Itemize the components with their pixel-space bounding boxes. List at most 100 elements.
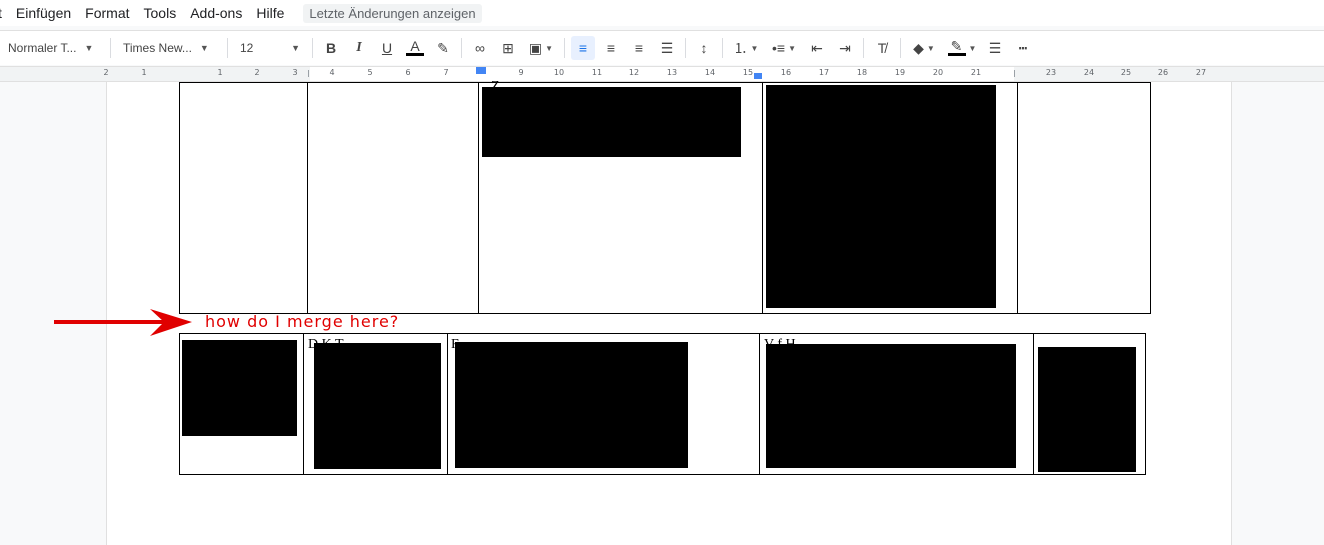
toolbar-divider (227, 38, 228, 58)
ruler-label: 1 (217, 68, 223, 77)
link-button[interactable]: ∞ (468, 36, 492, 60)
ruler-label: 25 (1120, 68, 1132, 77)
table-cell[interactable] (307, 82, 479, 314)
table-cell[interactable] (762, 82, 1018, 314)
redaction-block (766, 344, 1016, 468)
ruler-label: 27 (1195, 68, 1207, 77)
ruler-label: 2 (254, 68, 260, 77)
chevron-down-icon: ▼ (199, 43, 209, 53)
text-color-icon: A (406, 39, 424, 56)
align-left-button[interactable]: ≡ (571, 36, 595, 60)
last-changes-link[interactable]: Letzte Änderungen anzeigen (303, 3, 482, 23)
table-lower: D K T F V f H (179, 333, 1146, 475)
toolbar: Normaler T... ▼ Times New... ▼ 12 ▼ B I … (0, 30, 1324, 65)
menu-format[interactable]: Format (78, 5, 136, 21)
add-comment-icon: ⊞ (502, 39, 514, 56)
line-spacing-icon: ↕ (700, 40, 708, 56)
justify-button[interactable]: ☰ (655, 36, 679, 60)
ruler-boundary (1014, 70, 1015, 77)
toolbar-divider (564, 38, 565, 58)
table-cell[interactable] (1017, 82, 1151, 314)
border-color-button[interactable]: ✎ ▼ (945, 36, 979, 60)
increase-indent-button[interactable]: ⇥ (833, 36, 857, 60)
toolbar-divider (900, 38, 901, 58)
table-row: Z (179, 79, 1151, 314)
menu-insert[interactable]: Einfügen (9, 5, 78, 21)
ruler-label: 3 (292, 68, 298, 77)
link-icon: ∞ (475, 40, 485, 56)
text-color-button[interactable]: A (403, 36, 427, 60)
underline-button[interactable]: U (375, 36, 399, 60)
italic-button[interactable]: I (347, 36, 371, 60)
insert-image-button[interactable]: ▣ ▼ (524, 36, 558, 60)
border-dash-icon: ┅ (1018, 39, 1028, 56)
align-right-button[interactable]: ≡ (627, 36, 651, 60)
border-width-button[interactable]: ☰ (983, 36, 1007, 60)
ruler-label: 14 (704, 68, 716, 77)
ruler-label: 5 (367, 68, 373, 77)
ruler-label: 17 (818, 68, 830, 77)
clear-formatting-button[interactable]: T̸ (870, 36, 894, 60)
numbered-list-button[interactable]: ⒈ ▼ (729, 36, 763, 60)
redaction-block (455, 342, 688, 468)
table-cell[interactable]: Z (478, 79, 763, 314)
redaction-block (314, 343, 441, 469)
paragraph-style-select[interactable]: Normaler T... ▼ (0, 31, 106, 65)
table-cell[interactable]: F (447, 333, 760, 475)
table-cell[interactable] (179, 333, 304, 475)
ruler-label: 12 (628, 68, 640, 77)
right-indent-marker[interactable] (754, 73, 762, 79)
border-color-icon: ✎ (947, 39, 966, 56)
table-cell[interactable]: V f H (759, 333, 1034, 475)
table-cell[interactable] (1033, 333, 1146, 475)
align-left-icon: ≡ (578, 40, 588, 56)
ruler-label: 24 (1083, 68, 1095, 77)
table-upper: Z (179, 79, 1151, 314)
toolbar-divider (722, 38, 723, 58)
insert-image-icon: ▣ (528, 39, 543, 56)
ruler-label: 23 (1045, 68, 1057, 77)
decrease-indent-button[interactable]: ⇤ (805, 36, 829, 60)
ruler-label: 10 (553, 68, 565, 77)
fill-color-button[interactable]: ◆ ▼ (907, 36, 941, 60)
font-select[interactable]: Times New... ▼ (115, 31, 223, 65)
ruler-left-margin (0, 67, 310, 81)
ruler-label: 19 (894, 68, 906, 77)
arrow-icon (54, 309, 192, 336)
ruler-label: 1 (141, 68, 147, 77)
menu-help[interactable]: Hilfe (249, 5, 291, 21)
chevron-down-icon: ▼ (291, 43, 300, 53)
ruler-label: 2 (103, 68, 109, 77)
chevron-down-icon: ▼ (750, 43, 759, 53)
highlight-button[interactable]: ✎ (431, 36, 455, 60)
font-value: Times New... (123, 41, 192, 55)
border-dash-button[interactable]: ┅ (1011, 36, 1035, 60)
menu-tools[interactable]: Tools (137, 5, 184, 21)
chevron-down-icon: ▼ (968, 43, 977, 53)
annotation-text: how do I merge here? (205, 312, 400, 331)
align-center-button[interactable]: ≡ (599, 36, 623, 60)
border-width-icon: ☰ (988, 39, 1002, 56)
table-cell[interactable]: D K T (303, 333, 448, 475)
align-right-icon: ≡ (634, 40, 644, 56)
bold-button[interactable]: B (319, 36, 343, 60)
chevron-down-icon: ▼ (545, 43, 554, 53)
ruler-label: 6 (405, 68, 411, 77)
ruler-boundary (308, 70, 309, 77)
chevron-down-icon: ▼ (926, 43, 935, 53)
menu-bar: t Einfügen Format Tools Add-ons Hilfe Le… (0, 0, 1324, 26)
redaction-block (182, 340, 297, 436)
menu-file-partial[interactable]: t (0, 5, 9, 21)
menu-addons[interactable]: Add-ons (183, 5, 249, 21)
chevron-down-icon: ▼ (788, 43, 796, 53)
underline-icon: U (381, 40, 393, 56)
font-size-value: 12 (240, 41, 254, 55)
ruler-label: 21 (970, 68, 982, 77)
indent-marker[interactable] (476, 67, 486, 74)
bulleted-list-button[interactable]: •≡ ▼ (767, 36, 801, 60)
line-spacing-button[interactable]: ↕ (692, 36, 716, 60)
font-size-select[interactable]: 12 ▼ (232, 31, 308, 65)
italic-icon: I (356, 40, 362, 55)
add-comment-button[interactable]: ⊞ (496, 36, 520, 60)
table-cell[interactable] (179, 82, 308, 314)
